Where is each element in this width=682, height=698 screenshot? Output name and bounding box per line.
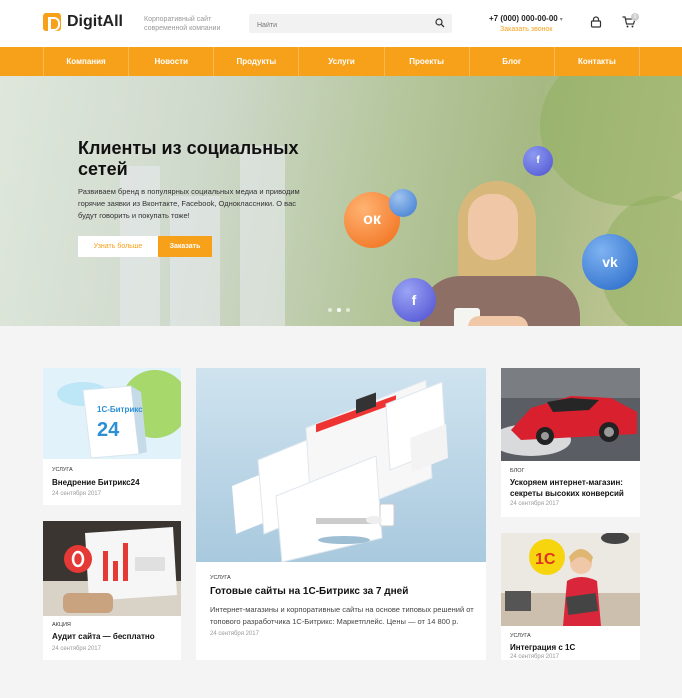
card-title[interactable]: Интеграция с 1С [510,642,638,653]
slider-dot[interactable] [328,308,332,312]
nav-item-products[interactable]: Продукты [214,47,300,76]
card-date: 24 сентября 2017 [210,631,259,637]
bitrix-24-number: 24 [97,419,120,441]
social-bubble-icon [389,189,417,217]
search-icon[interactable] [435,18,445,28]
hero-text: Развиваем бренд в популярных социальных … [78,187,300,220]
hero-title: Клиенты из социальных сетей [78,138,299,179]
card-date: 24 сентября 2017 [510,501,559,507]
slider-dots [328,308,350,312]
cart-badge: 0 [631,13,639,21]
nav-item-projects[interactable]: Проекты [385,47,470,76]
card-date: 24 сентября 2017 [52,646,101,652]
card-title[interactable]: Внедрение Битрикс24 [52,477,177,488]
slider-dot-active[interactable] [337,308,341,312]
news-card[interactable]: 1С-Битрикс 24 Услуга Внедрение Битрикс24… [43,368,181,505]
sports-car-image [501,368,640,461]
card-tag: Услуга [510,633,531,639]
audit-image [43,521,181,616]
nav-item-news[interactable]: Новости [129,47,215,76]
chevron-down-icon[interactable]: ▾ [560,17,563,23]
news-card[interactable]: Акция Аудит сайта — бесплатно 24 сентябр… [43,521,181,660]
logo-icon [43,13,61,31]
nav-item-services[interactable]: Услуги [299,47,385,76]
background-tree [540,76,682,206]
main-nav: Компания Новости Продукты Услуги Проекты… [0,47,682,76]
card-description: Интернет-магазины и корпоративные сайты … [210,605,474,626]
card-tag: Услуга [210,575,231,581]
card-tag: Акция [52,622,71,628]
news-card[interactable]: 1С Услуга Интеграция с 1С 24 сентября 20… [501,533,640,660]
bitrix-logo-text: 1С-Битрикс [97,405,143,414]
card-tag: Блог [510,468,525,474]
card-title[interactable]: Ускоряем интернет-магазин: секреты высок… [510,477,638,499]
1c-integration-image: 1С [501,533,640,626]
hero-person-arm [468,316,528,326]
phone-number-text: +7 (000) 000-00-00 [489,14,558,23]
card-tag: Услуга [52,467,73,473]
hero-person-face [468,194,518,260]
callback-link[interactable]: Заказать звонок [500,26,552,33]
facebook-icon: f [523,146,553,176]
ready-sites-image [196,368,486,562]
card-date: 24 сентября 2017 [52,491,101,497]
nav-item-company[interactable]: Компания [43,47,130,76]
facebook-icon: f [392,278,436,322]
search-input[interactable] [249,16,419,35]
news-card[interactable]: Блог Ускоряем интернет-магазин: секреты … [501,368,640,517]
lock-icon[interactable] [590,16,602,28]
site-header: DigitAll Корпоративный сайт современной … [0,0,682,47]
logo-text: DigitAll [67,13,123,30]
card-title[interactable]: Аудит сайта — бесплатно [52,631,177,642]
nav-item-blog[interactable]: Блог [470,47,555,76]
logo[interactable]: DigitAll [43,13,123,31]
slider-dot[interactable] [346,308,350,312]
card-date: 24 сентября 2017 [510,654,559,660]
nav-item-contacts[interactable]: Контакты [555,47,640,76]
search-box [249,14,452,35]
learn-more-button[interactable]: Узнать больше [78,236,158,257]
1c-logo-text: 1С [535,551,556,568]
featured-card[interactable]: Услуга Готовые сайты на 1С-Битрикс за 7 … [196,368,486,660]
hero-slider: ок f vk f Клиенты из социальных сетей Ра… [0,76,682,326]
bitrix24-image: 1С-Битрикс 24 [43,368,181,459]
tagline: Корпоративный сайт современной компании [144,16,221,32]
phone-number[interactable]: +7 (000) 000-00-00 ▾ [489,14,563,23]
vk-icon: vk [582,234,638,290]
order-button[interactable]: Заказать [158,236,212,257]
card-title[interactable]: Готовые сайты на 1С-Битрикс за 7 дней [210,586,475,597]
